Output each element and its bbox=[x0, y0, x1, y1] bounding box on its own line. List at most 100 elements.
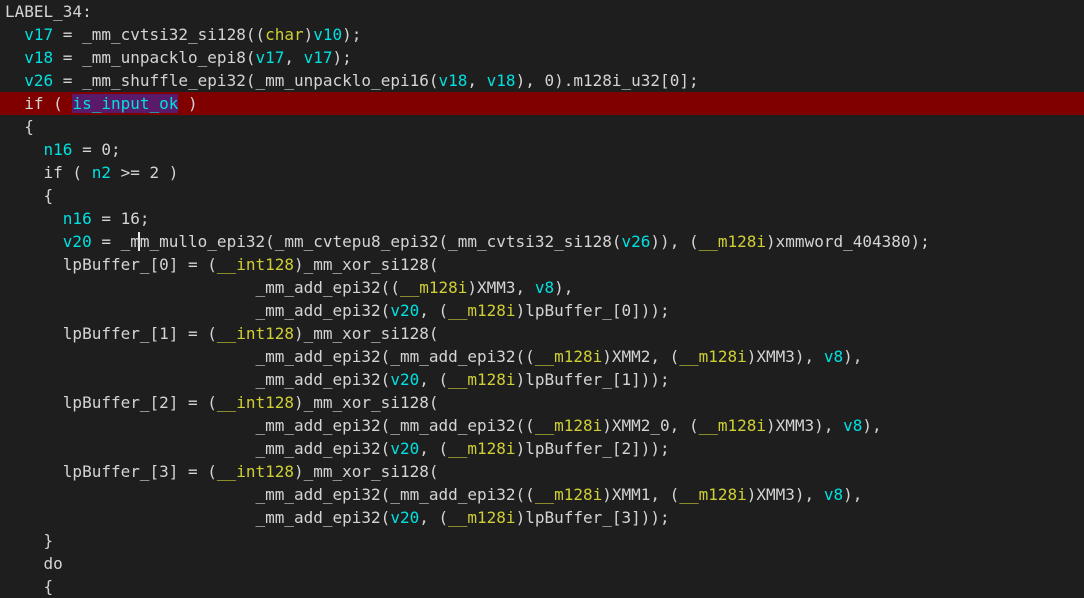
selected-identifier: is_input_ok bbox=[72, 94, 179, 113]
code-line[interactable]: lpBuffer_[3] = (__int128)_mm_xor_si128( bbox=[0, 460, 1084, 483]
code-line[interactable]: _mm_add_epi32((__m128i)XMM3, v8), bbox=[0, 276, 1084, 299]
code-token: __m128i bbox=[399, 278, 468, 297]
code-line[interactable]: if ( n2 >= 2 ) bbox=[0, 161, 1084, 184]
code-token: } bbox=[5, 531, 54, 550]
code-token: do bbox=[5, 554, 63, 573]
code-line[interactable]: v17 = _mm_cvtsi32_si128((char)v10); bbox=[0, 23, 1084, 46]
code-line[interactable]: { bbox=[0, 184, 1084, 207]
code-token: _mm_add_epi32( bbox=[5, 439, 391, 458]
code-line[interactable]: v20 = _mm_mullo_epi32(_mm_cvtepu8_epi32(… bbox=[0, 230, 1084, 253]
code-line[interactable]: _mm_add_epi32(v20, (__m128i)lpBuffer_[2]… bbox=[0, 437, 1084, 460]
code-token: __m128i bbox=[448, 301, 516, 320]
code-token: n2 bbox=[91, 163, 111, 182]
code-token: )lpBuffer_[2])); bbox=[515, 439, 670, 458]
code-token: )XMM2, ( bbox=[602, 347, 680, 366]
code-token: lpBuffer_[3] = ( bbox=[5, 462, 217, 481]
code-line[interactable]: { bbox=[0, 575, 1084, 598]
code-token: )lpBuffer_[3])); bbox=[515, 508, 670, 527]
code-line[interactable]: _mm_add_epi32(v20, (__m128i)lpBuffer_[0]… bbox=[0, 299, 1084, 322]
code-token: v20 bbox=[390, 370, 420, 389]
code-token: , ( bbox=[419, 370, 449, 389]
code-token: _mm_add_epi32(_mm_add_epi32(( bbox=[5, 347, 535, 366]
code-line[interactable]: LABEL_34: bbox=[0, 0, 1084, 23]
code-line[interactable]: n16 = 0; bbox=[0, 138, 1084, 161]
code-token: lpBuffer_[1] = ( bbox=[5, 324, 217, 343]
code-line[interactable]: _mm_add_epi32(_mm_add_epi32(( __m128i)XMM… bbox=[0, 414, 1084, 437]
code-token: v17 bbox=[24, 25, 54, 44]
code-token: lpBuffer_[2] = ( bbox=[5, 393, 217, 412]
code-token: v8 bbox=[823, 347, 844, 366]
code-token: _mm_add_epi32( bbox=[5, 370, 391, 389]
code-token: if ( bbox=[5, 163, 92, 182]
code-token: __m128i bbox=[448, 508, 516, 527]
code-line[interactable]: _mm_add_epi32(_mm_add_epi32((__m128i)XMM… bbox=[0, 483, 1084, 506]
code-token: , ( bbox=[419, 508, 449, 527]
code-line[interactable]: v18 = _mm_unpacklo_epi8(v17, v17); bbox=[0, 46, 1084, 69]
code-token: ); bbox=[342, 25, 362, 44]
code-token: )lpBuffer_[1])); bbox=[515, 370, 670, 389]
code-token: = 0; bbox=[72, 140, 121, 159]
code-line[interactable]: do bbox=[0, 552, 1084, 575]
code-token: )_mm_xor_si128( bbox=[293, 255, 439, 274]
code-token: __int128 bbox=[216, 393, 294, 412]
code-token: lpBuffer_[0] = ( bbox=[5, 255, 217, 274]
code-token: = 16; bbox=[91, 209, 150, 228]
code-token: ), bbox=[843, 347, 863, 366]
code-token: _mm_add_epi32(( bbox=[5, 278, 400, 297]
code-token: , bbox=[284, 48, 304, 67]
code-token: , ( bbox=[419, 301, 449, 320]
code-token: = _mm_shuffle_epi32(_mm_unpacklo_epi16( bbox=[53, 71, 439, 90]
code-line[interactable]: } bbox=[0, 529, 1084, 552]
code-token: )_mm_xor_si128( bbox=[293, 393, 439, 412]
code-token: { bbox=[5, 577, 54, 596]
code-token: v20 bbox=[62, 232, 92, 251]
code-token: __m128i bbox=[698, 232, 767, 251]
code-line[interactable]: lpBuffer_[1] = (__int128)_mm_xor_si128( bbox=[0, 322, 1084, 345]
code-line[interactable]: { bbox=[0, 115, 1084, 138]
code-token: v20 bbox=[390, 439, 420, 458]
code-token: if ( bbox=[5, 94, 73, 113]
code-token: , bbox=[467, 71, 487, 90]
code-line[interactable]: lpBuffer_[0] = (__int128)_mm_xor_si128( bbox=[0, 253, 1084, 276]
code-token: __int128 bbox=[216, 324, 294, 343]
code-token: __m128i bbox=[698, 416, 767, 435]
code-line[interactable]: n16 = 16; bbox=[0, 207, 1084, 230]
code-token: )xmmword_404380); bbox=[766, 232, 930, 251]
code-token: = _mm_unpacklo_epi8( bbox=[53, 48, 256, 67]
code-token: _mm_add_epi32(_mm_add_epi32(( bbox=[5, 416, 535, 435]
code-line[interactable]: _mm_add_epi32(v20, (__m128i)lpBuffer_[3]… bbox=[0, 506, 1084, 529]
code-line[interactable]: v26 = _mm_shuffle_epi32(_mm_unpacklo_epi… bbox=[0, 69, 1084, 92]
code-line[interactable]: lpBuffer_[2] = (__int128)_mm_xor_si128( bbox=[0, 391, 1084, 414]
code-token: ), 0).m128i_u32[0]; bbox=[515, 71, 699, 90]
code-token: ); bbox=[332, 48, 352, 67]
code-token: n16 bbox=[62, 209, 92, 228]
code-token: ), bbox=[862, 416, 882, 435]
code-token: LABEL_34: bbox=[5, 2, 92, 21]
code-token: ) bbox=[303, 25, 314, 44]
code-token: )_mm_xor_si128( bbox=[293, 462, 439, 481]
breakpoint-line[interactable]: if ( is_input_ok ) bbox=[0, 92, 1084, 115]
code-token: )lpBuffer_[0])); bbox=[515, 301, 670, 320]
code-token: v17 bbox=[255, 48, 285, 67]
code-token: ), bbox=[843, 485, 863, 504]
code-line[interactable]: _mm_add_epi32(_mm_add_epi32(( __m128i)XMM… bbox=[0, 345, 1084, 368]
code-token: = _mm_cvtsi32_si128(( bbox=[53, 25, 266, 44]
code-line[interactable]: _mm_add_epi32(v20, (__m128i)lpBuffer_[1]… bbox=[0, 368, 1084, 391]
code-token: __m128i bbox=[448, 370, 516, 389]
code-editor[interactable]: LABEL_34: v17 = _mm_cvtsi32_si128((char)… bbox=[0, 0, 1084, 597]
code-token: v20 bbox=[390, 301, 420, 320]
code-token: __int128 bbox=[216, 255, 294, 274]
code-token: v26 bbox=[24, 71, 54, 90]
code-token: _mm_add_epi32(_mm_add_epi32(( bbox=[5, 485, 535, 504]
code-token: = _mm_mullo_epi32(_mm_cvtepu8_epi32(_mm_… bbox=[91, 232, 622, 251]
code-token: )XMM2_0, ( bbox=[602, 416, 699, 435]
code-token: v18 bbox=[24, 48, 54, 67]
code-token: v17 bbox=[303, 48, 333, 67]
code-token: _mm_add_epi32( bbox=[5, 301, 391, 320]
code-token: __m128i bbox=[679, 347, 747, 366]
